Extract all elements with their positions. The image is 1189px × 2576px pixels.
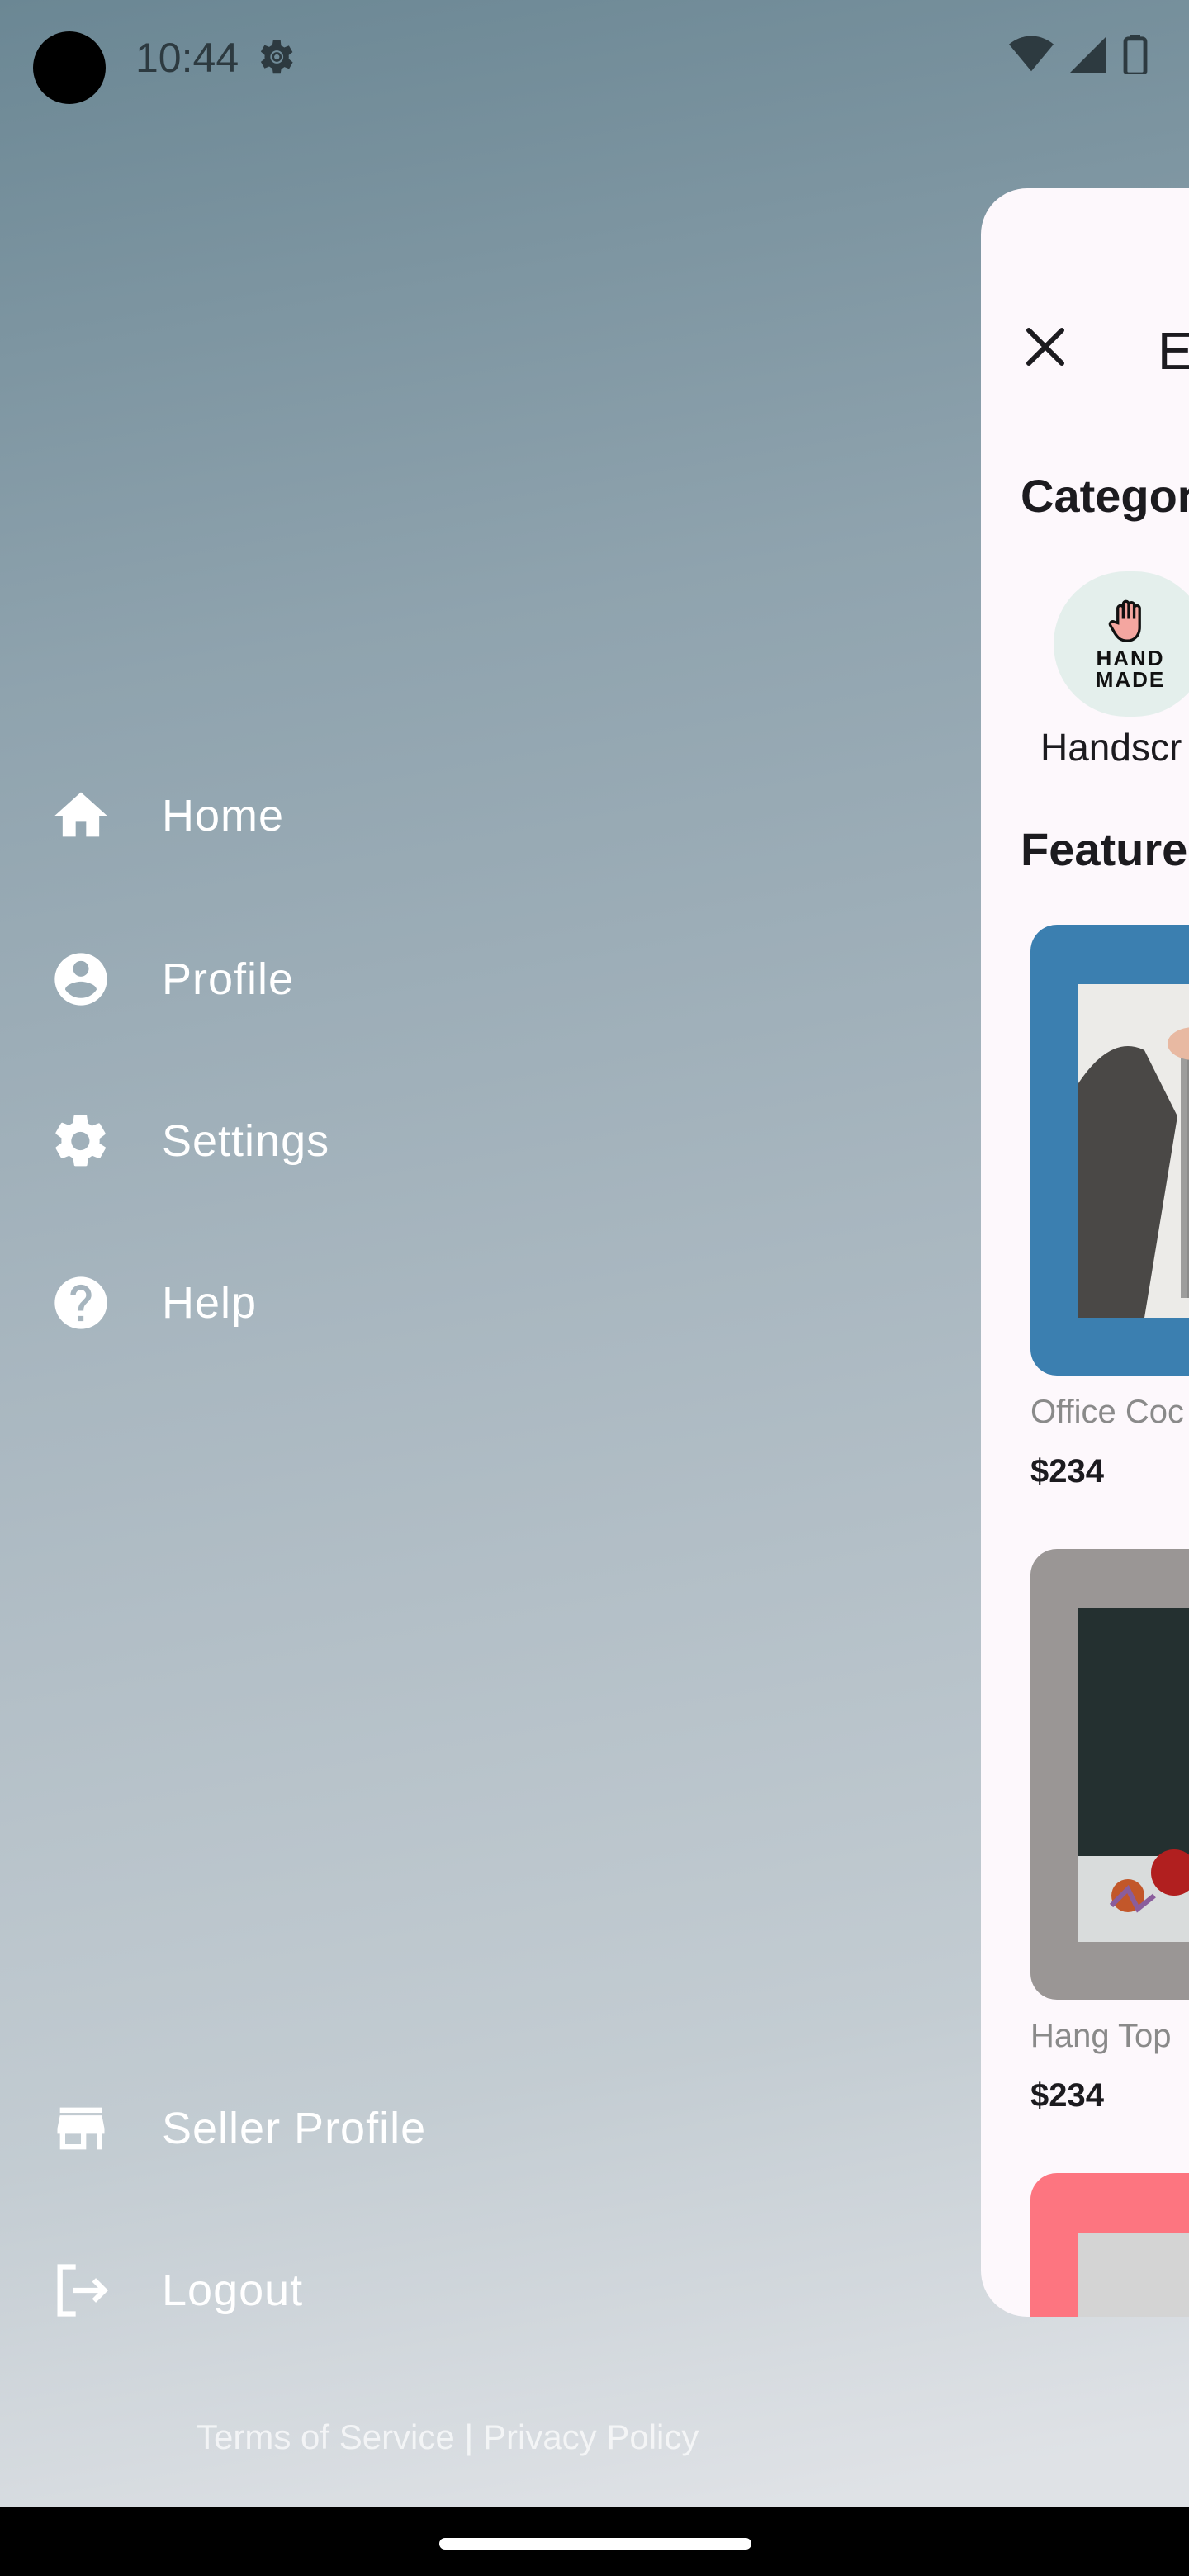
drawer-item-home[interactable]: Home [48,766,284,865]
category-label: Handscr [1040,726,1182,769]
account-circle-icon [48,946,114,1012]
product-image [1078,984,1189,1318]
help-icon [48,1270,114,1336]
product-name: Hang Top [1030,2018,1172,2054]
handmade-badge-icon: HAND MADE [1096,598,1166,690]
product-card[interactable] [1030,925,1189,1376]
drawer-item-label: Profile [162,954,295,1004]
battery-icon [1123,35,1148,74]
drawer-item-label: Logout [162,2266,304,2315]
product-price: $234 [1030,2077,1104,2114]
drawer-item-settings[interactable]: Settings [48,1091,329,1191]
product-image [1078,2233,1189,2317]
settings-status-icon [260,40,293,74]
drawer-item-seller-profile[interactable]: Seller Profile [48,2079,426,2178]
drawer-item-label: Home [162,791,285,841]
featured-heading: Feature [1021,823,1188,875]
status-time: 10:44 [135,35,239,81]
app-bar-title: E [1158,321,1189,381]
product-card[interactable] [1030,2173,1189,2317]
product-image [1078,1608,1189,1942]
category-chip-handmade[interactable]: HAND MADE [1054,571,1189,717]
home-icon [48,783,114,849]
home-gesture-handle[interactable] [439,2538,751,2550]
drawer-item-label: Help [162,1278,258,1328]
hand-icon [1108,599,1141,642]
drawer-item-logout[interactable]: Logout [48,2241,303,2340]
badge-line-2: MADE [1095,667,1166,692]
drawer-item-help[interactable]: Help [48,1253,257,1352]
drawer-item-label: Settings [162,1116,330,1166]
signal-icon [1070,36,1106,73]
system-navigation-bar [0,2507,1189,2576]
logout-icon [48,2257,114,2323]
camera-cutout [33,31,106,104]
store-icon [48,2095,114,2162]
wifi-icon [1009,36,1054,72]
categories-heading: Categor [1021,470,1189,522]
settings-icon [48,1108,114,1174]
badge-line-1: HAND [1096,646,1165,670]
main-content-card[interactable]: E Categor HAND MADE Handscr Feature Offi… [981,188,1189,2317]
product-card[interactable] [1030,1549,1189,2000]
product-name: Office Coc [1030,1394,1184,1430]
drawer-item-label: Seller Profile [162,2104,427,2153]
status-bar: 10:44 [0,0,1189,116]
terms-privacy-links[interactable]: Terms of Service | Privacy Policy [197,2417,699,2457]
drawer-item-profile[interactable]: Profile [48,930,294,1029]
close-icon[interactable] [1021,322,1070,372]
product-price: $234 [1030,1453,1104,1489]
